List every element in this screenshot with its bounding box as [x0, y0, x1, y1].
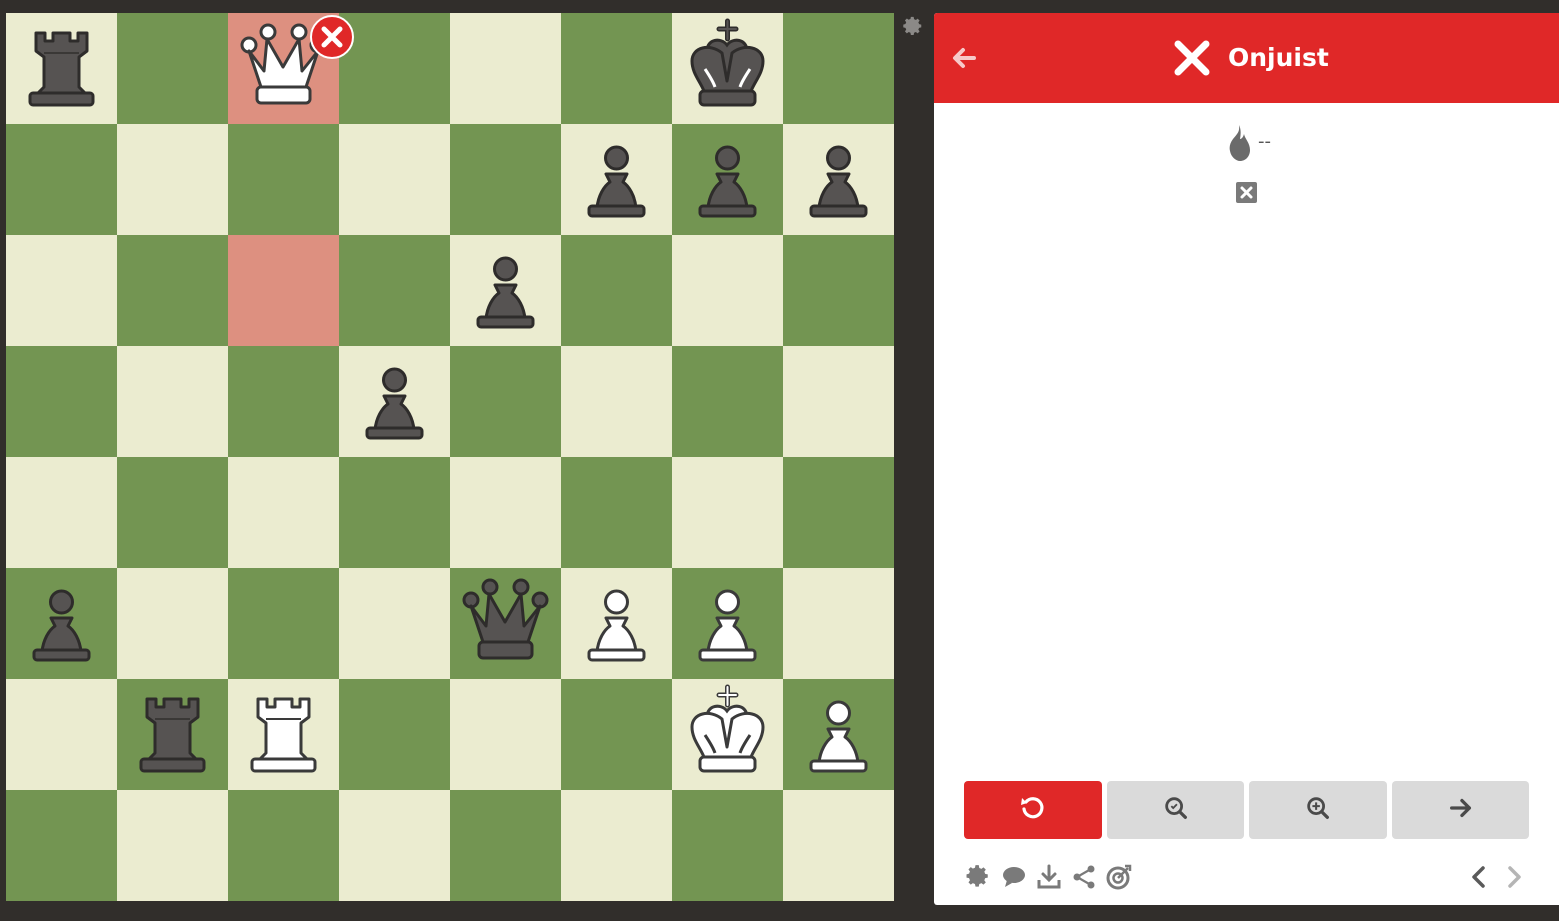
- square-f2[interactable]: [561, 679, 672, 790]
- flame-icon: [1224, 123, 1252, 163]
- square-f5[interactable]: [561, 346, 672, 457]
- square-h5[interactable]: [783, 346, 894, 457]
- target-icon[interactable]: [1105, 863, 1133, 891]
- square-d1[interactable]: [339, 790, 450, 901]
- magnifier-plus-icon: [1304, 794, 1332, 826]
- square-e8[interactable]: [450, 13, 561, 124]
- square-d3[interactable]: [339, 568, 450, 679]
- square-h4[interactable]: [783, 457, 894, 568]
- streak-value: --: [1258, 131, 1271, 152]
- square-h1[interactable]: [783, 790, 894, 901]
- gear-icon[interactable]: [965, 863, 993, 891]
- square-d2[interactable]: [339, 679, 450, 790]
- white-pawn-g3[interactable]: [672, 568, 783, 679]
- square-b7[interactable]: [117, 124, 228, 235]
- white-pawn-f3[interactable]: [561, 568, 672, 679]
- square-a6[interactable]: [6, 235, 117, 346]
- square-g1[interactable]: [672, 790, 783, 901]
- square-f8[interactable]: [561, 13, 672, 124]
- download-icon[interactable]: [1035, 863, 1063, 891]
- side-panel: Onjuist --: [934, 13, 1559, 905]
- white-pawn-h2[interactable]: [783, 679, 894, 790]
- square-a2[interactable]: [6, 679, 117, 790]
- square-d8[interactable]: [339, 13, 450, 124]
- square-c1[interactable]: [228, 790, 339, 901]
- square-b4[interactable]: [117, 457, 228, 568]
- square-g4[interactable]: [672, 457, 783, 568]
- chevron-left-icon[interactable]: [1465, 863, 1493, 891]
- square-e2[interactable]: [450, 679, 561, 790]
- black-pawn-f7[interactable]: [561, 124, 672, 235]
- retry-icon: [1018, 793, 1048, 827]
- square-e7[interactable]: [450, 124, 561, 235]
- black-queen-e3[interactable]: [450, 568, 561, 679]
- square-f6[interactable]: [561, 235, 672, 346]
- magnifier-icon: [1162, 794, 1190, 826]
- square-e5[interactable]: [450, 346, 561, 457]
- square-b1[interactable]: [117, 790, 228, 901]
- square-h3[interactable]: [783, 568, 894, 679]
- wrong-move-icon: [309, 14, 355, 60]
- white-rook-c2[interactable]: [228, 679, 339, 790]
- square-d7[interactable]: [339, 124, 450, 235]
- x-mark-icon: [1173, 39, 1211, 77]
- square-b3[interactable]: [117, 568, 228, 679]
- black-king-g8[interactable]: [672, 13, 783, 124]
- square-c6[interactable]: [228, 235, 339, 346]
- hint-button[interactable]: [1107, 781, 1244, 839]
- black-pawn-h7[interactable]: [783, 124, 894, 235]
- chevron-right-icon[interactable]: [1500, 863, 1528, 891]
- black-rook-b2[interactable]: [117, 679, 228, 790]
- square-b5[interactable]: [117, 346, 228, 457]
- square-a4[interactable]: [6, 457, 117, 568]
- square-h6[interactable]: [783, 235, 894, 346]
- square-c3[interactable]: [228, 568, 339, 679]
- arrow-left-icon[interactable]: [950, 44, 978, 72]
- share-icon[interactable]: [1070, 863, 1098, 891]
- square-g5[interactable]: [672, 346, 783, 457]
- board-settings-gear-icon[interactable]: [902, 15, 924, 37]
- square-a5[interactable]: [6, 346, 117, 457]
- white-king-g2[interactable]: [672, 679, 783, 790]
- square-h8[interactable]: [783, 13, 894, 124]
- square-a1[interactable]: [6, 790, 117, 901]
- square-d6[interactable]: [339, 235, 450, 346]
- black-pawn-e6[interactable]: [450, 235, 561, 346]
- square-d4[interactable]: [339, 457, 450, 568]
- retry-button[interactable]: [964, 781, 1102, 839]
- black-rook-a8[interactable]: [6, 13, 117, 124]
- square-f1[interactable]: [561, 790, 672, 901]
- next-button[interactable]: [1392, 781, 1529, 839]
- black-pawn-a3[interactable]: [6, 568, 117, 679]
- square-c5[interactable]: [228, 346, 339, 457]
- arrow-right-icon: [1447, 794, 1475, 826]
- square-c7[interactable]: [228, 124, 339, 235]
- analyze-button[interactable]: [1249, 781, 1387, 839]
- chess-board[interactable]: [6, 13, 894, 901]
- chat-icon[interactable]: [1000, 863, 1028, 891]
- square-c4[interactable]: [228, 457, 339, 568]
- result-header: Onjuist: [934, 13, 1559, 103]
- square-b8[interactable]: [117, 13, 228, 124]
- square-e4[interactable]: [450, 457, 561, 568]
- square-f4[interactable]: [561, 457, 672, 568]
- result-title: Onjuist: [1228, 43, 1329, 72]
- square-g6[interactable]: [672, 235, 783, 346]
- x-box-icon: [1236, 182, 1257, 203]
- black-pawn-g7[interactable]: [672, 124, 783, 235]
- square-e1[interactable]: [450, 790, 561, 901]
- black-pawn-d5[interactable]: [339, 346, 450, 457]
- square-b6[interactable]: [117, 235, 228, 346]
- square-a7[interactable]: [6, 124, 117, 235]
